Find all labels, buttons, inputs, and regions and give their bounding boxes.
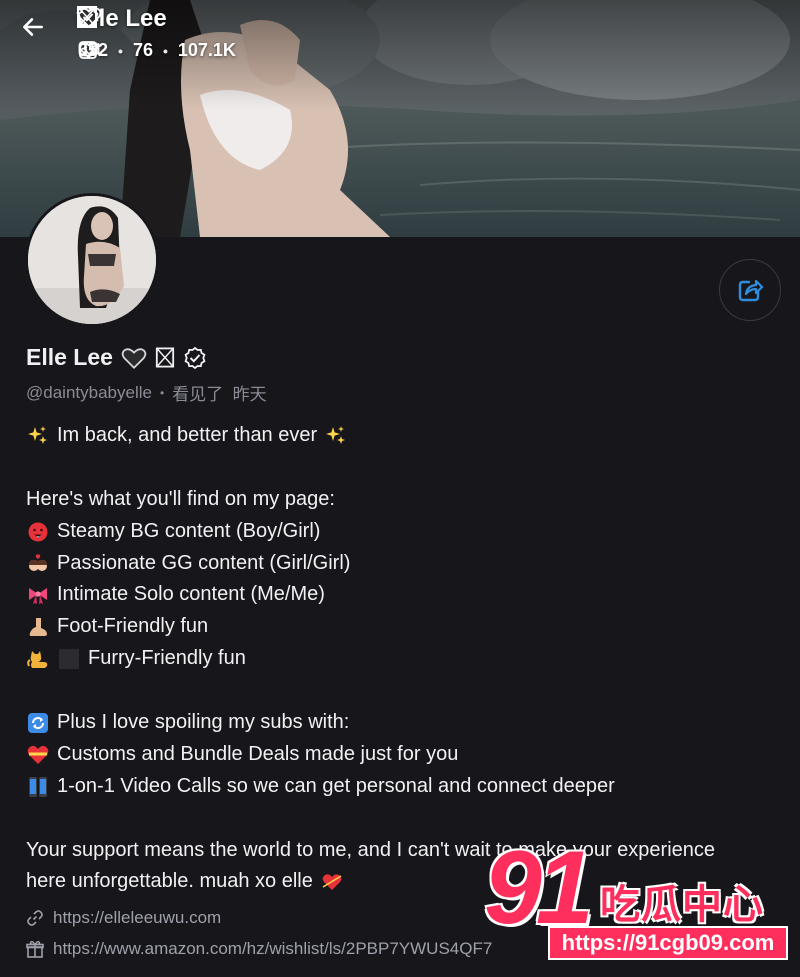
bio-text: Customs and Bundle Deals made just for y… [57,742,459,765]
bio-blank-line [26,452,786,484]
bio-line: Passionate GG content (Girl/Girl) [26,548,786,580]
bio-line: Im back, and better than ever [26,420,786,452]
handle-separator: • [159,385,165,400]
link-icon [27,909,43,926]
watermark-brand: 吃瓜中心 [600,882,764,928]
cat-icon [26,647,50,671]
missing-glyph-icon [155,347,175,368]
profile-name: Elle Lee [26,344,113,370]
wishlist-url: https://www.amazon.com/hz/wishlist/ls/2P… [53,938,493,958]
profile-links: https://elleleeuwu.com https://www.amazo… [26,902,492,964]
share-button[interactable] [719,259,781,321]
foot-icon [26,615,50,639]
header-title-row: Elle Lee [76,5,167,33]
bio-text: Intimate Solo content (Me/Me) [57,583,325,606]
bio-line: Plus I love spoiling my subs with: [26,707,786,739]
bio-blank-line [26,675,786,707]
watermark-number: 91 [484,830,594,946]
bio-line: 1-on-1 Video Calls so we can get persona… [26,771,786,803]
sparkles-icon [324,424,348,448]
verified-badge-icon [184,346,206,369]
kiss-women-icon [26,552,50,576]
ribbon-icon [26,583,50,607]
handle-row: @daintybabyelle • 看见了 昨天 [26,380,267,405]
likes-count: 107.1K [177,40,236,60]
share-icon [738,279,764,302]
website-url: https://elleleeuwu.com [53,907,222,927]
avatar[interactable] [25,193,159,327]
bio-line: Here's what you'll find on my page: [26,484,786,516]
back-button[interactable] [20,14,60,54]
profile-handle: @daintybabyelle [26,382,152,402]
bio-line: Steamy BG content (Boy/Girl) [26,516,786,548]
videos-stat: 76 [78,40,153,61]
black-heart-icon [121,347,147,369]
bio-text: Passionate GG content (Girl/Girl) [57,551,351,574]
heart-ribbon-icon [26,743,50,767]
black-square-icon [57,647,81,671]
gift-icon [26,940,44,958]
verified-badge-icon [77,5,99,29]
bio-text: Here's what you'll find on my page: [26,487,335,510]
arrow-left-icon [23,18,43,36]
cycle-arrows-icon [26,711,50,735]
watermark: 91 吃瓜中心 https://91cgb09.com [478,836,800,977]
bio-text: Im back, and better than ever [57,424,318,446]
bio-text: here unforgettable. muah xo elle [26,870,313,893]
website-link[interactable]: https://elleleeuwu.com [26,902,492,933]
bio-line: Furry-Friendly fun [26,643,786,675]
bio-text: Furry-Friendly fun [88,647,246,670]
watermark-url: https://91cgb09.com [548,926,788,960]
bio-line: Intimate Solo content (Me/Me) [26,579,786,611]
bio-line: Foot-Friendly fun [26,611,786,643]
videos-count: 76 [132,40,153,60]
likes-stat: 107.1K [78,40,236,61]
last-seen: 看见了 昨天 [172,385,267,404]
profile-page: Elle Lee 652 • 76 • 107.1K Elle Lee @dai… [0,0,800,977]
header-stats: 652 • 76 • 107.1K [78,40,236,61]
bio: Im back, and better than ever Here's wha… [26,420,786,898]
bio-text: Foot-Friendly fun [57,615,209,638]
bio-text: Plus I love spoiling my subs with: [57,711,350,734]
hot-face-icon [26,520,50,544]
avatar-photo [28,196,156,324]
bio-text: 1-on-1 Video Calls so we can get persona… [57,774,615,797]
sparkles-icon [26,424,50,448]
stat-separator: • [118,42,123,59]
stat-separator: • [162,42,168,59]
bio-line: Customs and Bundle Deals made just for y… [26,739,786,771]
bio-text: Steamy BG content (Boy/Girl) [57,519,321,542]
heart-outline-icon [78,41,99,59]
profile-name-row: Elle Lee [26,344,207,371]
heart-arrow-icon [320,870,344,894]
wishlist-link[interactable]: https://www.amazon.com/hz/wishlist/ls/2P… [26,933,492,964]
phone-icon [26,775,50,799]
bio-blank-line [26,803,786,835]
